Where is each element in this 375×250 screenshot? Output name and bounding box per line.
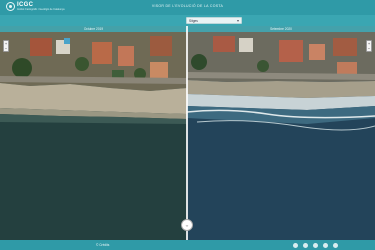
swipe-handle[interactable]: ‹›: [181, 219, 193, 231]
swipe-handle-glyph: ‹›: [185, 222, 189, 228]
left-map-pane[interactable]: Octubre 2019 + −: [0, 26, 187, 240]
page-title: VISOR DE L'EVOLUCIÓ DE LA COSTA: [151, 4, 224, 8]
left-date-label: Octubre 2019: [83, 27, 104, 31]
top-bar: ICGC Institut Cartogràfic i Geològic de …: [0, 0, 375, 15]
right-date-label: Setembre 2020: [270, 27, 292, 31]
credits-link[interactable]: © Crèdits: [96, 243, 109, 247]
right-aerial-image: [187, 26, 375, 240]
link-icon[interactable]: [333, 242, 338, 248]
twitter-icon[interactable]: [303, 242, 308, 248]
social-links: [293, 242, 338, 248]
location-select[interactable]: Sitges: [186, 17, 242, 24]
logo-subtitle: Institut Cartogràfic i Geològic de Catal…: [17, 8, 65, 11]
selector-bar: Sitges: [0, 15, 375, 26]
swipe-divider[interactable]: [186, 26, 188, 240]
location-select-value: Sitges: [189, 19, 198, 23]
zoom-out-button[interactable]: −: [368, 46, 370, 51]
facebook-icon[interactable]: [313, 242, 318, 248]
footer-bar: © Crèdits: [0, 240, 375, 250]
zoom-out-button[interactable]: −: [5, 46, 7, 51]
right-map-pane[interactable]: Setembre 2020 + −: [187, 26, 375, 240]
zoom-in-button[interactable]: +: [5, 41, 7, 46]
chevron-down-icon: [237, 20, 239, 22]
left-aerial-image: [0, 26, 187, 240]
right-zoom-control[interactable]: + −: [366, 40, 372, 52]
left-zoom-control[interactable]: + −: [3, 40, 9, 52]
share-icon[interactable]: [293, 242, 298, 248]
swipe-map[interactable]: Octubre 2019 + − Setembre 2020 + − ‹›: [0, 26, 375, 240]
zoom-in-button[interactable]: +: [368, 41, 370, 46]
google-icon[interactable]: [323, 242, 328, 248]
